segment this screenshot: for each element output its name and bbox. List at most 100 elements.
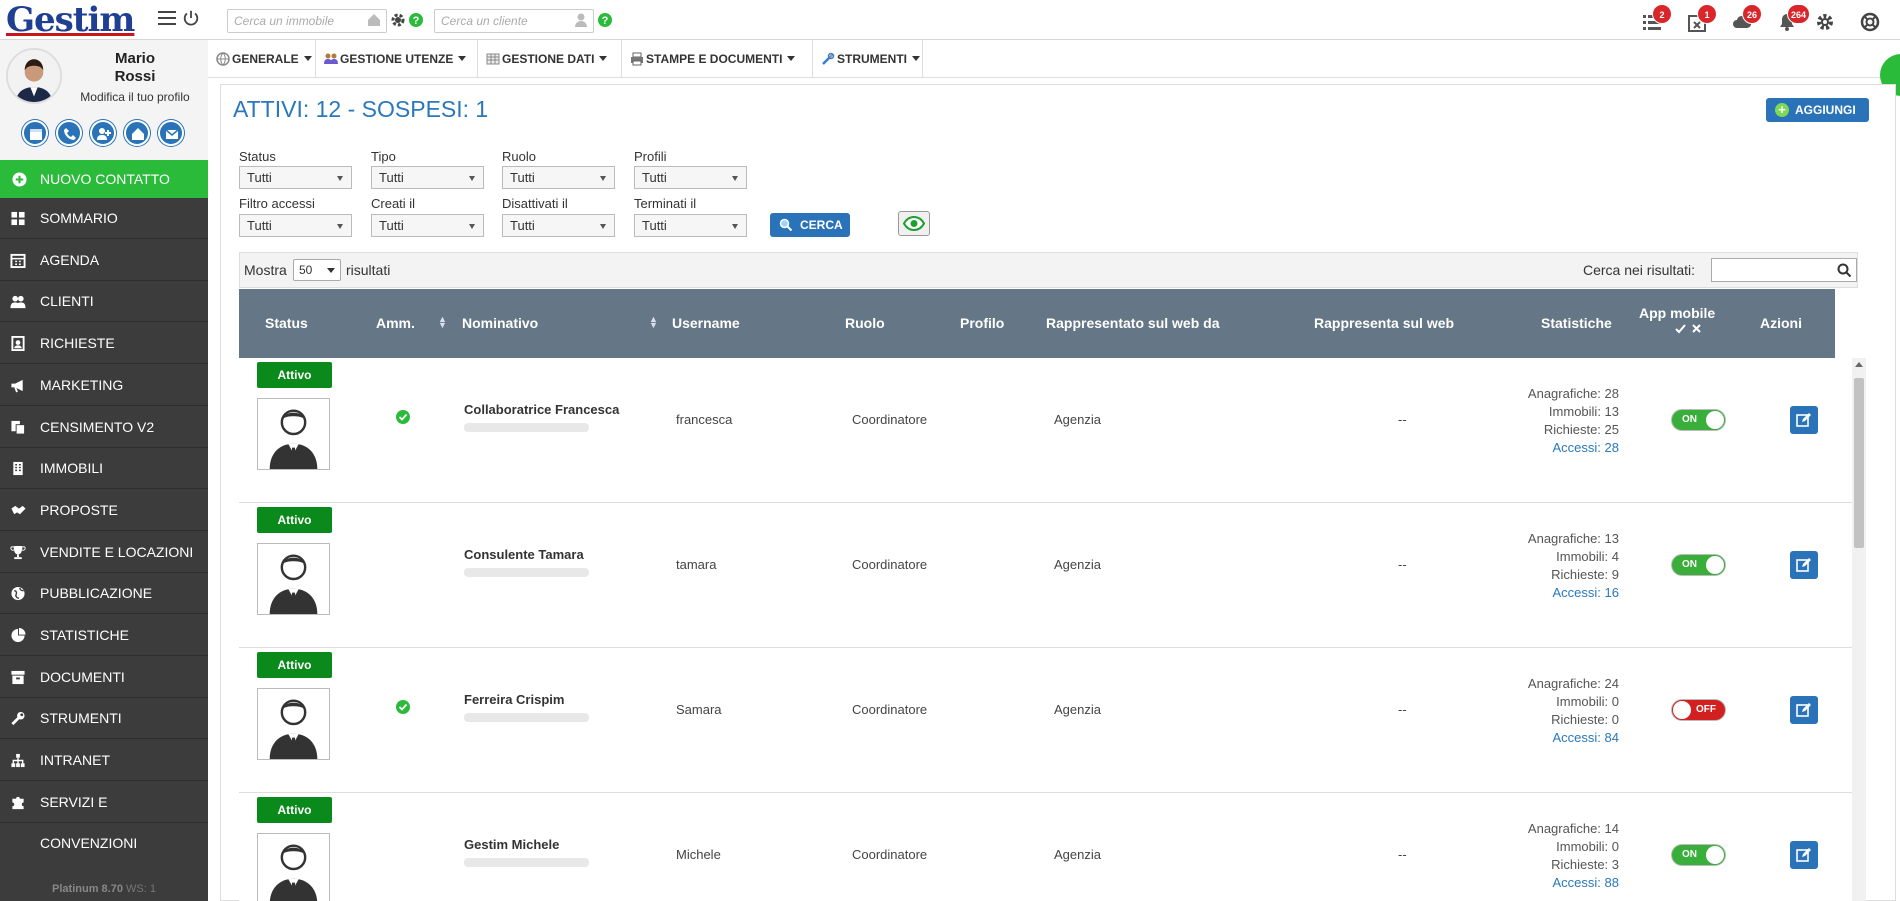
- username-cell: Michele: [676, 847, 721, 862]
- filter-ruolo-select[interactable]: Tutti: [502, 166, 615, 189]
- edit-button[interactable]: [1790, 551, 1818, 579]
- nav-gestione-dati[interactable]: GESTIONE DATI: [478, 40, 622, 78]
- sidebar-item-immobili[interactable]: IMMOBILI: [0, 448, 208, 490]
- page-size-select[interactable]: 50: [293, 259, 341, 281]
- filter-accessi-label: Filtro accessi: [239, 196, 315, 211]
- stat-accessi-link[interactable]: Accessi: 16: [1499, 584, 1619, 602]
- email-redacted: [464, 423, 589, 432]
- printer-icon: [631, 52, 643, 66]
- filter-creati-select[interactable]: Tutti: [371, 214, 484, 237]
- calendar-quick-button[interactable]: [22, 120, 48, 146]
- email-quick-button[interactable]: [158, 120, 184, 146]
- magnifier-icon: [779, 218, 793, 232]
- sidebar-item-proposte[interactable]: PROPOSTE: [0, 490, 208, 531]
- sort-amm-icon[interactable]: ▲ ▼: [438, 315, 447, 330]
- tasks-badge: 2: [1652, 4, 1672, 24]
- gear-icon[interactable]: [390, 12, 406, 28]
- sidebar-item-richieste[interactable]: RICHIESTE: [0, 323, 208, 365]
- sidebar-item-strumenti[interactable]: STRUMENTI: [0, 698, 208, 740]
- filter-disattivati-select[interactable]: Tutti: [502, 214, 615, 237]
- role-cell: Coordinatore: [852, 412, 928, 427]
- col-rappresenta: Rappresenta sul web: [1314, 315, 1455, 331]
- edit-button[interactable]: [1790, 696, 1818, 724]
- app-mobile-toggle[interactable]: OFF: [1671, 699, 1726, 721]
- sidebar-item-agenda[interactable]: AGENDA: [0, 240, 208, 281]
- stat-accessi-link[interactable]: Accessi: 84: [1499, 729, 1619, 747]
- col-status[interactable]: Status: [265, 315, 308, 331]
- sidebar-item-vendite-e-locazioni[interactable]: VENDITE E LOCAZIONI: [0, 532, 208, 573]
- filter-tipo-select[interactable]: Tutti: [371, 166, 484, 189]
- nav-gestione-utenze-label: GESTIONE UTENZE: [340, 52, 454, 66]
- filter-terminati-select[interactable]: Tutti: [634, 214, 747, 237]
- find-in-results-label: Cerca nei risultati:: [1583, 262, 1696, 278]
- help-icon[interactable]: ?: [597, 12, 613, 28]
- sidebar-item-statistiche[interactable]: STATISTICHE: [0, 615, 208, 656]
- stat-accessi-link[interactable]: Accessi: 88: [1499, 874, 1619, 892]
- home-quick-button[interactable]: [124, 120, 150, 146]
- username-cell: tamara: [676, 557, 717, 572]
- edit-button[interactable]: [1790, 841, 1818, 869]
- sidebar-item-label: RICHIESTE: [40, 335, 115, 352]
- support-icon[interactable]: [1860, 12, 1880, 32]
- add-user-quick-button[interactable]: [90, 120, 116, 146]
- tasks-icon[interactable]: 2: [1642, 4, 1672, 32]
- stat-accessi-link[interactable]: Accessi: 28: [1499, 439, 1619, 457]
- help-icon[interactable]: ?: [408, 12, 424, 28]
- user-name[interactable]: Consulente Tamara: [464, 547, 584, 562]
- sidebar-item-marketing[interactable]: MARKETING: [0, 365, 208, 406]
- nav-generale[interactable]: GENERALE: [208, 40, 316, 78]
- search-property-input[interactable]: Cerca un immobile: [227, 9, 387, 33]
- sidebar-item-label: PUBBLICAZIONE: [40, 585, 153, 602]
- nav-gestione-dati-label: GESTIONE DATI: [502, 52, 595, 66]
- search-button[interactable]: CERCA: [770, 213, 850, 237]
- col-username[interactable]: Username: [672, 315, 740, 331]
- find-in-results-input[interactable]: [1711, 258, 1857, 282]
- nav-strumenti[interactable]: STRUMENTI: [813, 40, 923, 78]
- sidebar-item-intranet[interactable]: INTRANET: [0, 740, 208, 782]
- sidebar-item-sommario[interactable]: SOMMARIO: [0, 198, 208, 239]
- user-first-name: Mario: [114, 50, 155, 67]
- sort-nominativo-icon[interactable]: ▲ ▼: [649, 315, 658, 330]
- gestim-logo[interactable]: Gestim: [6, 0, 135, 40]
- bell-icon[interactable]: 264: [1777, 4, 1811, 32]
- app-mobile-toggle[interactable]: ON: [1671, 409, 1726, 431]
- search-icon: [1837, 263, 1852, 278]
- edit-button[interactable]: [1790, 406, 1818, 434]
- col-amm[interactable]: Amm.: [376, 315, 415, 331]
- col-nominativo[interactable]: Nominativo: [462, 315, 538, 331]
- vertical-scrollbar[interactable]: [1852, 358, 1866, 901]
- app-mobile-toggle[interactable]: ON: [1671, 844, 1726, 866]
- add-button[interactable]: + AGGIUNGI: [1766, 98, 1869, 122]
- check-cross-icon: [1675, 324, 1701, 334]
- phone-quick-button[interactable]: [56, 120, 82, 146]
- sidebar-item-servizi-e-convenzioni[interactable]: SERVIZI E CONVENZIONI: [0, 782, 208, 851]
- filter-accessi-select[interactable]: Tutti: [239, 214, 352, 237]
- nav-stampe-documenti[interactable]: STAMPE E DOCUMENTI: [622, 40, 813, 78]
- new-contact-button[interactable]: NUOVO CONTATTO: [0, 160, 208, 198]
- user-name[interactable]: Gestim Michele: [464, 837, 559, 852]
- app-mobile-toggle[interactable]: ON: [1671, 554, 1726, 576]
- filter-terminati-label: Terminati il: [634, 196, 697, 211]
- search-client-input[interactable]: Cerca un cliente: [434, 9, 594, 33]
- role-cell: Coordinatore: [852, 557, 928, 572]
- sidebar-item-pubblicazione[interactable]: PUBBLICAZIONE: [0, 573, 208, 615]
- power-icon[interactable]: [182, 9, 200, 27]
- results-label: risultati: [346, 262, 391, 278]
- sidebar-item-documenti[interactable]: DOCUMENTI: [0, 657, 208, 698]
- ws-label: WS: 1: [126, 883, 156, 895]
- calendar-x-icon[interactable]: 1: [1687, 4, 1717, 32]
- settings-icon[interactable]: [1815, 12, 1835, 32]
- nav-gestione-utenze[interactable]: GESTIONE UTENZE: [316, 40, 478, 78]
- toggle-visibility-button[interactable]: [898, 211, 930, 236]
- filter-status-select[interactable]: Tutti: [239, 166, 352, 189]
- sidebar-item-clienti[interactable]: CLIENTI: [0, 281, 208, 323]
- avatar[interactable]: [6, 48, 62, 104]
- user-name[interactable]: Collaboratrice Francesca: [464, 402, 619, 417]
- sidebar-item-label: STRUMENTI: [40, 710, 122, 727]
- user-name[interactable]: Ferreira Crispim: [464, 692, 564, 707]
- edit-profile-link[interactable]: Modifica il tuo profilo: [70, 90, 200, 104]
- sidebar-item-censimento-v2[interactable]: CENSIMENTO V2: [0, 407, 208, 448]
- menu-toggle-icon[interactable]: [158, 11, 176, 25]
- filter-profili-select[interactable]: Tutti: [634, 166, 747, 189]
- cloud-icon[interactable]: 26: [1732, 4, 1762, 32]
